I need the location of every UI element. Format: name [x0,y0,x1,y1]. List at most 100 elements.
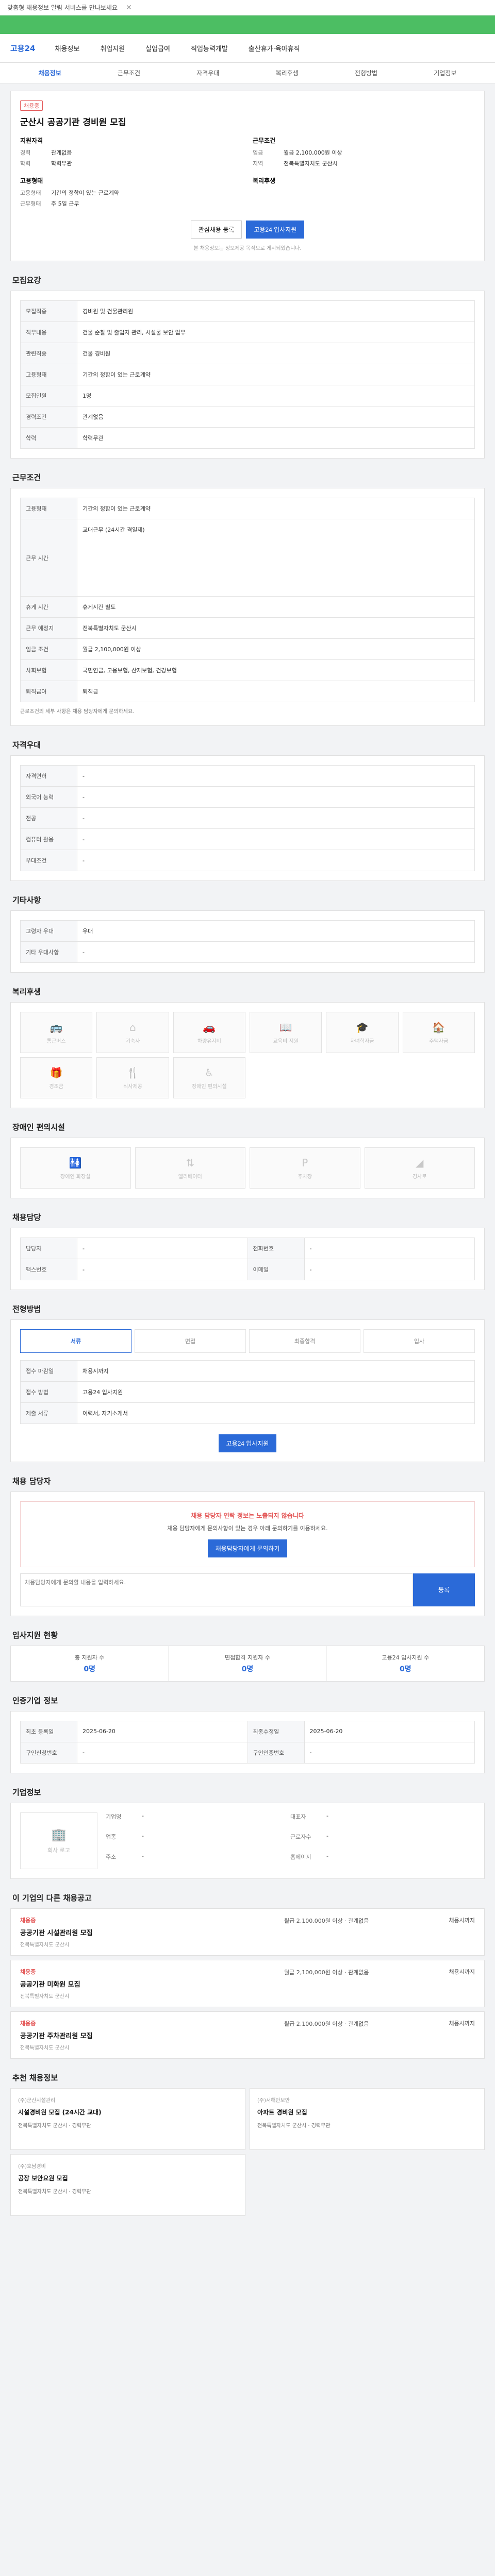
list-item[interactable]: 채용중 공공기관 시설관리원 모집 전북특별자치도 군산시 월급 2,100,000… [10,1908,485,1956]
qualification-card: 자격면허 - 외국어 능력 - 전공 - 컴퓨터 활용 - 우대조건 - [10,755,485,881]
process-card: 서류 면접 최종합격 입사 접수 마감일 채용시까지 접수 방법 고용24 입사지원… [10,1319,485,1462]
tab-recruit[interactable]: 채용정보 [10,69,89,77]
benefit-tile: ♿ 장애인 편의시설 [173,1057,245,1098]
list-item[interactable]: 채용중 공공기관 주차관리원 모집 전북특별자치도 군산시 월급 2,100,000… [10,2011,485,2059]
process-table: 접수 마감일 채용시까지 접수 방법 고용24 입사지원 제출 서류 이력서, 자기소… [20,1360,475,1424]
topbar: 맞춤형 채용정보 알림 서비스를 만나보세요 ✕ [0,0,495,15]
topbar-notice: 맞춤형 채용정보 알림 서비스를 만나보세요 [7,4,118,11]
summary-row: 지역 전북특별자치도 군산시 [253,160,338,167]
main-nav: 고용24 채용정보 취업지원 실업급여 직업능력개발 출산휴가·육아휴직 [0,34,495,63]
contact-message: 채용 담당자에게 문의사항이 있는 경우 아래 문의하기를 이용하세요. [167,1525,328,1532]
job-title: 군산시 공공기관 경비원 모집 [20,117,126,128]
close-icon[interactable]: ✕ [126,4,132,12]
gift-icon: 🎁 [50,1066,63,1079]
facility-tile: P 주차장 [250,1147,360,1189]
benefit-tile: 🎁 경조금 [20,1057,93,1098]
parking-icon: P [302,1156,308,1169]
nav-menu-support[interactable]: 취업지원 [100,43,125,53]
building-icon: 🏢 [51,1827,67,1842]
elevator-icon: ⇅ [186,1156,195,1169]
benefit-tile: 📖 교육비 지원 [249,1012,322,1053]
qa-input[interactable] [20,1573,413,1606]
apply-status-card: 총 지원자 수 0명 면접합격 지원자 수 0명 고용24 입사지원 수 0명 [10,1645,485,1682]
tab-qualification[interactable]: 자격우대 [169,69,248,77]
summary-row: 임금 월급 2,100,000원 이상 [253,149,342,156]
process-step: 서류 [20,1329,131,1353]
recommend-card[interactable]: (주)서해안보안 아파트 경비원 모집 전북특별자치도 군산시 · 경력무관 [250,2088,485,2150]
worker-card: 담당자 - 전화번호 - 팩스번호 - 이메일 - [10,1228,485,1290]
car-icon: 🚗 [203,1021,216,1033]
stat-interview: 면접합격 지원자 수 0명 [169,1646,327,1681]
process-apply-button[interactable]: 고용24 입사지원 [218,1434,277,1452]
tab-company[interactable]: 기업정보 [406,69,485,77]
summary-row: 근무형태 주 5일 근무 [20,200,79,207]
contact-title: 채용 담당자 [12,1477,51,1486]
tab-conditions[interactable]: 근무조건 [89,69,168,77]
home-icon: ⌂ [129,1021,136,1033]
summary-note: 본 채용정보는 정보제공 목적으로 게시되었습니다. [193,246,302,251]
benefit-tile: 🏠 주택자금 [402,1012,475,1053]
summary-row: 고용형태 기간의 정함이 있는 근로계약 [20,190,119,196]
apply-button[interactable]: 고용24 입사지원 [246,221,305,239]
qa-submit-button[interactable]: 등록 [413,1573,475,1606]
job-summary-card: 채용중 군산시 공공기관 경비원 모집 지원자격 경력 관계없음 학력 학력무관 고… [10,91,485,261]
nav-menu-training[interactable]: 직업능력개발 [191,43,228,53]
employment-heading: 고용형태 [20,177,43,184]
graduation-icon: 🎓 [356,1021,369,1033]
recruit-table: 모집직종 경비원 및 건물관리원 직무내용 건물 순찰 및 출입자 관리, 시설물 … [20,300,475,449]
qa-form: 등록 [20,1573,475,1606]
stat-online: 고용24 입사지원 수 0명 [382,1654,430,1673]
tab-benefits[interactable]: 복리후생 [248,69,326,77]
nav-menu-leave[interactable]: 출산휴가·육아휴직 [249,43,300,53]
house-icon: 🏠 [432,1021,446,1033]
recruit-title: 모집요강 [12,276,41,285]
recommend-card[interactable]: (주)군산시설관리 시설경비원 모집 (24시간 교대) 전북특별자치도 군산시 ·… [10,2088,245,2150]
company-card: 🏢 회사 로고 기업명 - 대표자 - 업종 - 근로자수 - 주소 - 홈페이지 - [10,1802,485,1879]
book-icon: 📖 [279,1021,292,1033]
contact-card: 채용 담당자 연락 정보는 노출되지 않습니다 채용 담당자에게 문의사항이 있… [10,1492,485,1616]
worker-title: 채용담당 [12,1213,41,1222]
recruit-card: 모집직종 경비원 및 건물관리원 직무내용 건물 순찰 및 출입자 관리, 시설물 … [10,291,485,459]
bus-icon: 🚌 [50,1021,63,1033]
facility-tile: ⇅ 엘리베이터 [135,1147,245,1189]
process-step: 최종합격 [249,1329,360,1353]
qualification-table: 자격면허 - 외국어 능력 - 전공 - 컴퓨터 활용 - 우대조건 - [20,765,475,871]
inquiry-button[interactable]: 채용담당자에게 문의하기 [207,1539,288,1557]
contact-warning: 채용 담당자 연락 정보는 노출되지 않습니다 [191,1512,304,1519]
conditions-card: 고용형태 기간의 정함이 있는 근로계약 근무 시간 교대근무 (24시간 격일제)… [10,488,485,726]
disability-card: 🚻 장애인 화장실 ⇅ 엘리베이터 P 주차장 ◢ 경사로 [10,1138,485,1198]
site-logo[interactable]: 고용24 [10,43,35,54]
company-title: 기업정보 [12,1787,41,1797]
restroom-icon: 🚻 [69,1156,82,1169]
nav-menu-jobs[interactable]: 채용정보 [55,43,79,53]
job-info-table: 최초 등록일 2025-06-20 최종수정일 2025-06-20 구인신청번호 - 구… [20,1720,475,1764]
benefits-heading: 복리후생 [253,177,276,184]
scrap-button[interactable]: 관심채용 등록 [190,221,242,239]
status-badge: 채용중 [20,100,43,111]
promo-banner[interactable] [0,15,495,34]
process-title: 전형방법 [12,1304,41,1314]
nav-menu-benefit[interactable]: 실업급여 [145,43,170,53]
list-item[interactable]: 채용중 공공기관 미화원 모집 전북특별자치도 군산시 월급 2,100,000원 … [10,1959,485,2007]
job-info-title: 인증기업 정보 [12,1696,58,1705]
qualification-title: 자격우대 [12,740,41,750]
job-info-card: 최초 등록일 2025-06-20 최종수정일 2025-06-20 구인신청번호 - 구… [10,1710,485,1773]
ramp-icon: ◢ [416,1156,424,1169]
section-tabs: 채용정보 근무조건 자격우대 복리후생 전형방법 기업정보 [0,63,495,83]
recommend-grid: (주)군산시설관리 시설경비원 모집 (24시간 교대) 전북특별자치도 군산시 ·… [10,2088,485,2216]
disability-title: 장애인 편의시설 [12,1123,65,1132]
process-step: 입사 [364,1329,475,1353]
other-table: 고령자 우대 우대 기타 우대사항 - [20,920,475,963]
benefits-title: 복리후생 [12,987,41,996]
conditions-table: 고용형태 기간의 정함이 있는 근로계약 근무 시간 교대근무 (24시간 격일제)… [20,498,475,702]
stat-total: 총 지원자 수 0명 [11,1646,169,1681]
other-title: 기타사항 [12,895,41,905]
apply-status-title: 입사지원 현황 [12,1630,58,1640]
tab-process[interactable]: 전형방법 [326,69,405,77]
benefit-tile: 🎓 자녀학자금 [326,1012,399,1053]
conditions-note: 근로조건의 세부 사항은 채용 담당자에게 문의하세요. [20,709,135,715]
recommend-card[interactable]: (주)호남경비 공장 보안요원 모집 전북특별자치도 군산시 · 경력무관 [10,2154,245,2216]
meal-icon: 🍴 [126,1066,139,1079]
content: 채용중 군산시 공공기관 경비원 모집 지원자격 경력 관계없음 학력 학력무관 고… [10,91,485,2236]
other-card: 고령자 우대 우대 기타 우대사항 - [10,910,485,973]
